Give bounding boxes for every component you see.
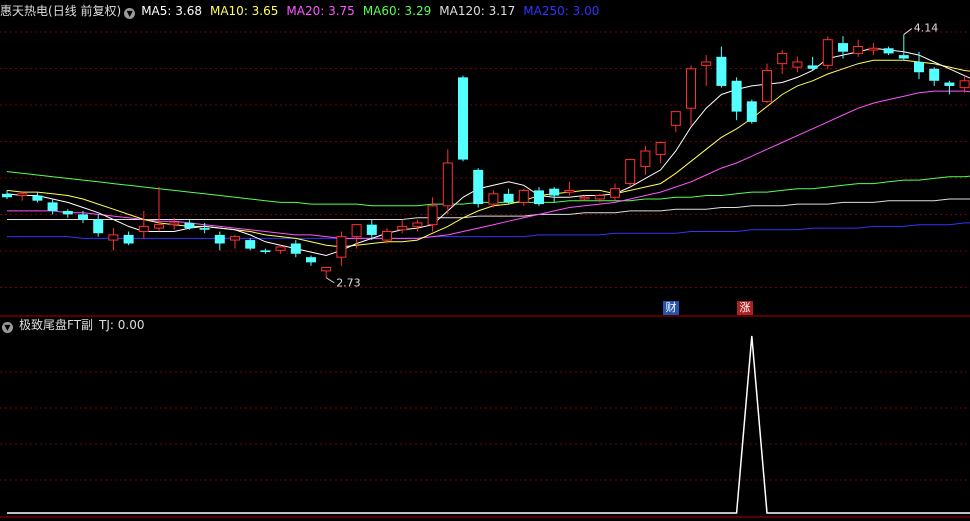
ma-legend-item: MA10: 3.65 — [209, 4, 279, 18]
candle-body — [762, 70, 772, 102]
candle-body — [807, 65, 818, 69]
main-header: 惠天热电(日线 前复权) ▼ MA5: 3.68 MA10: 3.65 MA20: 3.… — [0, 2, 607, 20]
candle-body — [336, 236, 347, 258]
candle-body — [199, 228, 210, 230]
candle-body — [275, 246, 286, 251]
candle-body — [169, 222, 180, 226]
chart-window: 4.14 2.73 惠天热电(日线 前复权) ▼ MA5: 3.68 MA10: 3.6… — [0, 0, 970, 521]
ma-legend-item: MA20: 3.75 — [286, 4, 355, 18]
candle-body — [792, 61, 803, 68]
candle-body — [579, 196, 590, 200]
period-label: (日线 前复权) — [48, 4, 122, 18]
candle-body — [458, 77, 468, 160]
candle-body — [959, 80, 970, 89]
ma5-line — [6, 47, 970, 257]
candle-body — [32, 195, 43, 201]
finance-badge-text: 财 — [665, 301, 677, 314]
chart-canvas[interactable]: 4.14 2.73 — [0, 0, 970, 521]
candle-body — [777, 52, 788, 65]
candle-body — [746, 101, 757, 122]
candle-body — [701, 61, 712, 66]
indicator-value: TJ: 0.00 — [99, 318, 145, 332]
candle-body — [260, 250, 271, 253]
candle-body — [351, 224, 362, 238]
stock-title: 惠天热电 — [0, 4, 49, 18]
ma250-line — [7, 222, 970, 239]
candle-body — [503, 193, 514, 203]
candle-body — [564, 189, 575, 193]
ma-legend-item: MA250: 3.00 — [523, 4, 600, 18]
ma10-line — [6, 59, 970, 248]
low-pointer — [325, 277, 335, 284]
ma-legend-item: MA5: 3.68 — [141, 4, 202, 18]
candle-body — [427, 205, 438, 226]
tj-line — [7, 335, 970, 514]
candle-body — [686, 68, 696, 109]
candle-body — [716, 56, 727, 86]
candle-body — [138, 225, 149, 233]
candle-body — [929, 68, 940, 81]
candle-body — [245, 240, 256, 249]
chevron-down-icon[interactable]: ▼ — [124, 8, 136, 19]
limit-up-badge[interactable]: 涨 — [737, 301, 753, 315]
indicator-name: 极致尾盘FT副 — [19, 318, 94, 332]
candle-body — [214, 234, 225, 244]
finance-badge[interactable]: 财 — [663, 301, 679, 315]
candle-body — [93, 219, 104, 234]
candle-body — [944, 82, 955, 86]
ma-legend-item: MA120: 3.17 — [439, 4, 516, 18]
candle-body — [2, 193, 12, 198]
candle-body — [412, 222, 423, 227]
candle-body — [17, 193, 28, 197]
candle-body — [78, 214, 88, 220]
candle-body — [822, 39, 833, 66]
low-label: 2.73 — [336, 277, 361, 290]
candle-body — [306, 257, 316, 263]
candle-body — [534, 190, 544, 205]
candle-body — [62, 210, 73, 215]
candle-body — [290, 243, 301, 254]
candle-body — [898, 55, 909, 59]
candle-body — [442, 162, 453, 207]
candle-body — [488, 193, 499, 205]
chevron-down-icon[interactable]: ▼ — [2, 322, 13, 333]
candle-body — [731, 80, 742, 112]
candle-body — [610, 188, 620, 198]
candle-body — [321, 266, 332, 272]
candle-body — [868, 47, 879, 51]
candle-body — [670, 111, 681, 126]
candle-body — [594, 195, 605, 200]
ma-legend: MA5: 3.68 MA10: 3.65 MA20: 3.75 MA60: 3.29 M… — [141, 4, 607, 18]
candle-body — [883, 48, 894, 54]
candle-body — [853, 46, 864, 54]
indicator-header: ▼ 极致尾盘FT副 TJ: 0.00 — [0, 316, 150, 334]
candle-body — [625, 159, 636, 185]
candle-body — [397, 225, 408, 231]
candle-body — [230, 236, 240, 241]
high-label: 4.14 — [914, 22, 939, 35]
candle-body — [184, 222, 195, 229]
candle-body — [473, 169, 484, 205]
candle-body — [47, 202, 58, 211]
limit-up-badge-text: 涨 — [739, 301, 751, 314]
ma-legend-item: MA60: 3.29 — [362, 4, 432, 18]
candle-body — [914, 61, 924, 73]
candle-body — [154, 224, 164, 229]
candle-body — [549, 188, 560, 196]
candle-body — [123, 234, 134, 244]
candle-body — [382, 231, 392, 241]
candle-body — [640, 150, 651, 167]
candle-body — [366, 224, 377, 235]
candle-body — [655, 141, 666, 155]
candle-body — [518, 189, 529, 203]
candle-body — [108, 234, 119, 241]
candle-body — [838, 43, 848, 52]
